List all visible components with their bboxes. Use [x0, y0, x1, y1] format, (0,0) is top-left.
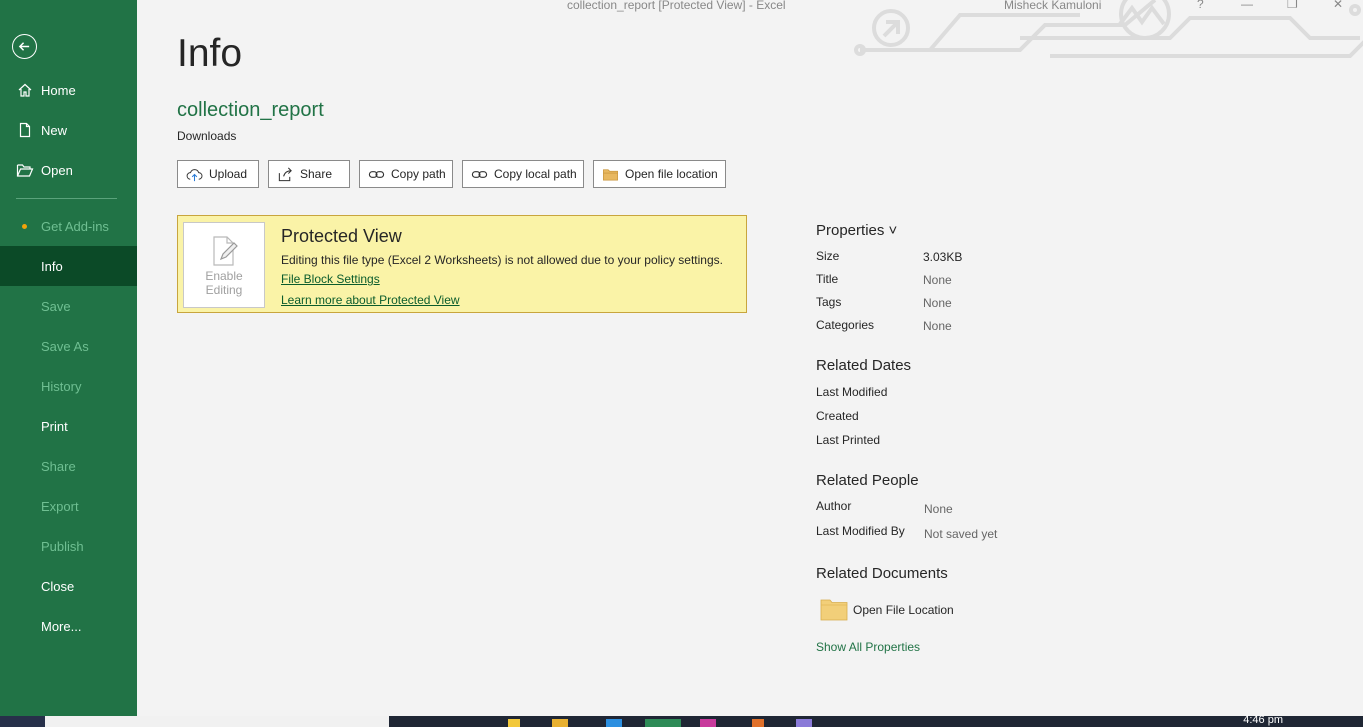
open-file-location-button[interactable]: Open file location — [593, 160, 726, 188]
categories-label: Categories — [816, 318, 875, 332]
start-button[interactable] — [0, 716, 45, 727]
taskbar-search-box[interactable] — [45, 716, 389, 727]
size-label: Size — [816, 249, 840, 263]
sidebar-divider — [16, 198, 117, 199]
related-documents-header: Related Documents — [816, 565, 948, 582]
open-file-location-link[interactable]: Open File Location — [853, 603, 954, 617]
nav-save[interactable]: Save — [0, 286, 137, 326]
show-all-properties-link[interactable]: Show All Properties — [816, 640, 920, 654]
title-label: Title — [816, 272, 839, 286]
taskbar-app-icon[interactable] — [796, 719, 812, 727]
copy-path-button[interactable]: Copy path — [359, 160, 453, 188]
new-doc-icon — [16, 121, 34, 139]
related-people-header: Related People — [816, 472, 919, 489]
taskbar-app-icon[interactable] — [606, 719, 622, 727]
link-icon — [368, 170, 385, 178]
backstage-sidebar: Home New Open Get Add-ins Info Save Save… — [0, 0, 137, 716]
taskbar-app-icon[interactable] — [700, 719, 716, 727]
nav-print[interactable]: Print — [0, 406, 137, 446]
nav-save-as[interactable]: Save As — [0, 326, 137, 366]
nav-get-add-ins[interactable]: Get Add-ins — [0, 206, 137, 246]
windows-taskbar: 4:46 pm — [0, 714, 1363, 727]
protected-view-title: Protected View — [281, 226, 402, 246]
taskbar-clock[interactable]: 4:46 pm — [1243, 714, 1283, 726]
categories-value[interactable]: None — [923, 319, 952, 333]
related-dates-header: Related Dates — [816, 357, 912, 374]
protected-view-panel: Enable Editing Protected View Editing th… — [177, 215, 747, 313]
last-modified-by-label: Last Modified By — [816, 524, 905, 538]
properties-dropdown[interactable]: Properties ˅ — [816, 222, 897, 239]
taskbar-app-icon[interactable] — [752, 719, 764, 727]
nav-open[interactable]: Open — [0, 150, 137, 190]
nav-publish[interactable]: Publish — [0, 526, 137, 566]
upload-button[interactable]: Upload — [177, 160, 259, 188]
folder-icon — [820, 599, 848, 621]
nav-more[interactable]: More... — [0, 606, 137, 646]
nav-history[interactable]: History — [0, 366, 137, 406]
document-name: collection_report — [177, 99, 324, 121]
nav-share[interactable]: Share — [0, 446, 137, 486]
last-modified-label: Last Modified — [816, 385, 888, 399]
title-value[interactable]: None — [923, 273, 952, 287]
taskbar-folder-icon[interactable] — [552, 719, 568, 727]
file-block-settings-link[interactable]: File Block Settings — [281, 272, 380, 286]
created-label: Created — [816, 409, 859, 423]
taskbar-excel-icon[interactable] — [645, 719, 681, 727]
notification-dot — [22, 223, 27, 229]
nav-new[interactable]: New — [0, 110, 137, 150]
last-modified-by-value: Not saved yet — [924, 527, 998, 541]
last-printed-label: Last Printed — [816, 433, 881, 447]
size-value: 3.03KB — [923, 250, 963, 264]
folder-open-icon — [16, 161, 34, 179]
link-icon — [471, 170, 488, 178]
arrow-left-icon — [18, 42, 30, 51]
edit-document-icon — [213, 236, 238, 266]
window-title: collection_report [Protected View] - Exc… — [567, 0, 786, 12]
taskbar-app-icon[interactable] — [508, 719, 520, 727]
tags-value[interactable]: None — [923, 296, 952, 310]
document-location: Downloads — [177, 129, 237, 143]
nav-export[interactable]: Export — [0, 486, 137, 526]
copy-local-path-button[interactable]: Copy local path — [462, 160, 584, 188]
back-button[interactable] — [12, 34, 37, 59]
share-icon — [278, 167, 292, 181]
enable-editing-button[interactable]: Enable Editing — [183, 222, 265, 308]
circuit-decoration — [854, 0, 1363, 58]
page-title: Info — [177, 32, 243, 75]
author-label: Author — [816, 499, 852, 513]
nav-info[interactable]: Info — [0, 246, 137, 286]
cloud-upload-icon — [186, 168, 203, 181]
learn-more-protected-view-link[interactable]: Learn more about Protected View — [281, 293, 460, 307]
home-icon — [16, 81, 34, 99]
share-button[interactable]: Share — [268, 160, 350, 188]
nav-home[interactable]: Home — [0, 70, 137, 110]
nav-close[interactable]: Close — [0, 566, 137, 606]
folder-icon — [603, 168, 618, 181]
author-value[interactable]: None — [924, 502, 953, 516]
tags-label: Tags — [816, 295, 842, 309]
protected-view-description: Editing this file type (Excel 2 Workshee… — [281, 253, 723, 267]
